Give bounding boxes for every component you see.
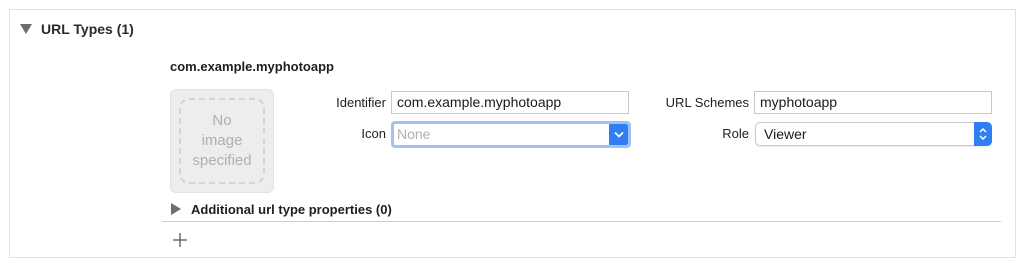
url-types-disclosure[interactable]: URL Types (1) (20, 18, 134, 40)
identifier-field[interactable]: com.example.myphotoapp (391, 91, 629, 114)
icon-combo-placeholder: None (397, 126, 431, 142)
role-label: Role (722, 126, 749, 141)
chevron-down-icon[interactable] (609, 124, 628, 145)
role-selected-value: Viewer (764, 126, 807, 142)
add-button[interactable] (170, 230, 190, 250)
url-schemes-label: URL Schemes (665, 95, 749, 110)
identifier-label: Identifier (336, 95, 386, 110)
disclosure-triangle-expanded-icon[interactable] (20, 24, 32, 34)
divider (162, 221, 1001, 222)
image-drop-zone[interactable]: No image specified (179, 98, 265, 184)
plus-icon (173, 233, 187, 247)
disclosure-triangle-collapsed-icon[interactable] (171, 203, 181, 215)
icon-combo-box[interactable]: None (391, 121, 631, 148)
section-title: URL Types (1) (41, 21, 134, 37)
icon-label: Icon (361, 126, 386, 141)
url-types-panel: URL Types (1) com.example.myphotoapp No … (9, 9, 1016, 258)
up-down-chevron-icon[interactable] (974, 122, 992, 146)
additional-properties-disclosure[interactable]: Additional url type properties (0) (171, 200, 392, 218)
additional-properties-title: Additional url type properties (0) (191, 201, 392, 217)
url-schemes-field[interactable]: myphotoapp (754, 91, 992, 114)
no-image-placeholder: No image specified (192, 112, 252, 169)
url-type-entry-title: com.example.myphotoapp (170, 59, 334, 74)
image-well[interactable]: No image specified (170, 89, 274, 193)
role-popup[interactable]: Viewer (755, 122, 992, 146)
